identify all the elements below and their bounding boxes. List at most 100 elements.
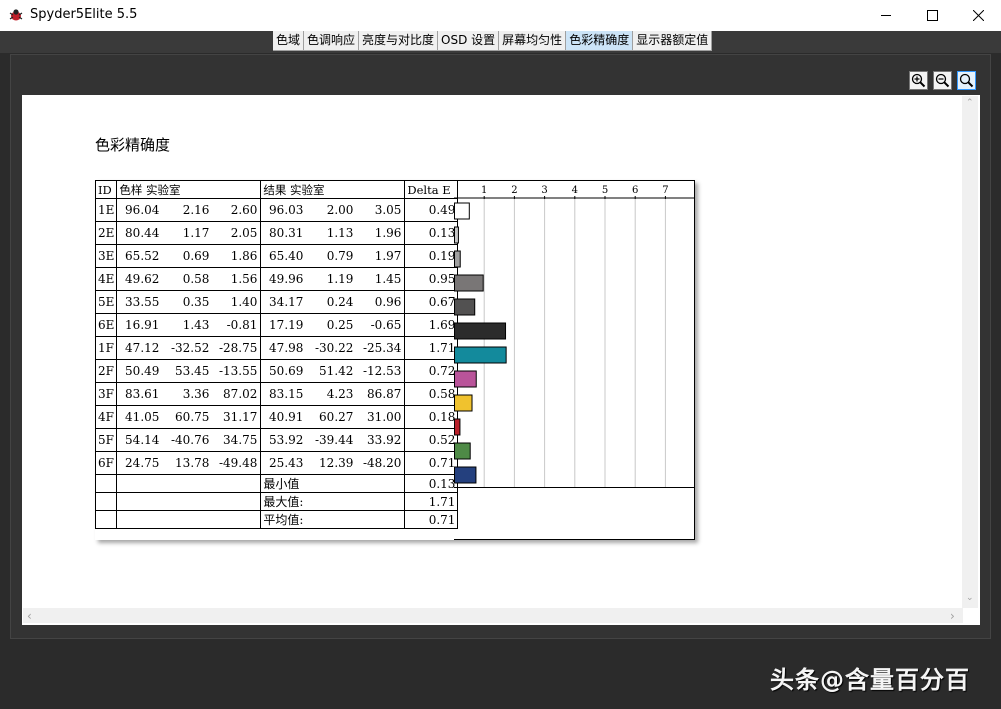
result-lab-value: 1.96 [374, 226, 402, 240]
sample-lab-value: 47.12 [125, 341, 160, 355]
sample-lab-value: -40.76 [170, 433, 210, 447]
scroll-left-icon[interactable]: ‹ [27, 609, 32, 623]
delta-e-bar [454, 322, 507, 340]
sample-lab-value: 16.91 [125, 318, 160, 332]
result-lab-value: 0.24 [326, 295, 354, 309]
patch-id: 5E [98, 295, 115, 309]
patch-id: 1F [98, 341, 114, 355]
sample-lab-value: 83.61 [125, 387, 160, 401]
patch-id: 3E [98, 249, 115, 263]
close-button[interactable] [955, 0, 1001, 31]
delta-e-bar [454, 202, 470, 220]
tab-osd-settings[interactable]: OSD 设置 [438, 31, 500, 51]
result-lab-value: 65.40 [269, 249, 304, 263]
table-row: 4E 49.62 0.58 1.56 49.96 1.19 1.45 0.95 [94, 267, 459, 291]
chart-tick-label: 2 [511, 185, 517, 196]
color-accuracy-table: ID 色样 实验室 结果 实验室 Delta E 1E 96.04 2.16 2.60 96.0… [94, 180, 695, 540]
sample-lab-value: 24.75 [125, 456, 160, 470]
zoom-out-icon [935, 73, 950, 88]
tab-tone-response[interactable]: 色调响应 [304, 31, 360, 51]
result-lab-value: -25.34 [362, 341, 402, 355]
sample-lab-value: 1.86 [230, 249, 258, 263]
title-bar: Spyder5Elite 5.5 [0, 0, 1001, 31]
result-lab-value: 31.00 [367, 410, 402, 424]
scroll-right-icon[interactable]: › [950, 609, 955, 623]
sample-lab-value: 0.69 [182, 249, 210, 263]
result-lab-value: 51.42 [319, 364, 354, 378]
result-lab-value: 2.00 [326, 203, 354, 217]
result-lab-value: 1.13 [326, 226, 354, 240]
horizontal-scrollbar[interactable]: ‹ › [23, 608, 963, 623]
result-lab-value: 53.92 [269, 433, 304, 447]
minimize-button[interactable] [863, 0, 909, 31]
sample-lab-value: 0.35 [182, 295, 210, 309]
result-lab-value: 12.39 [319, 456, 354, 470]
delta-e-value: 0.19 [428, 249, 456, 263]
summary-row: 平均值: 0.71 [94, 510, 459, 529]
delta-e-bar [454, 466, 477, 484]
result-lab-value: 96.03 [269, 203, 304, 217]
delta-e-bar [454, 370, 477, 388]
sample-lab-value: 80.44 [125, 226, 160, 240]
maximize-button[interactable] [909, 0, 955, 31]
delta-e-bar [454, 274, 484, 292]
table-row: 3E 65.52 0.69 1.86 65.40 0.79 1.97 0.19 [94, 244, 459, 268]
tab-display-rating[interactable]: 显示器额定值 [633, 31, 713, 51]
delta-e-chart-area: 1 2 3 4 5 6 7 [454, 180, 695, 540]
vertical-scrollbar[interactable]: ⌃ ⌄ [962, 96, 978, 608]
summary-row: 最小值 0.13 [94, 474, 459, 493]
table-row: 5F 54.14 -40.76 34.75 53.92 -39.44 33.92 0.52 [94, 428, 459, 452]
sample-lab-value: 1.40 [230, 295, 258, 309]
result-lab-value: 0.79 [326, 249, 354, 263]
result-lab-value: 86.87 [367, 387, 402, 401]
delta-e-bar [454, 250, 461, 268]
tab-brightness-contrast[interactable]: 亮度与对比度 [359, 31, 439, 51]
result-lab-value: 3.05 [374, 203, 402, 217]
chart-tick-label: 1 [481, 185, 487, 196]
result-lab-value: 34.17 [269, 295, 304, 309]
patch-id: 6E [98, 318, 115, 332]
zoom-in-button[interactable] [909, 71, 928, 90]
result-lab-value: 1.45 [374, 272, 402, 286]
table-row: 6F 24.75 13.78 -49.48 25.43 12.39 -48.20 0.71 [94, 451, 459, 475]
summary-value: 0.71 [428, 512, 456, 527]
sample-lab-value: 1.17 [182, 226, 210, 240]
zoom-out-button[interactable] [933, 71, 952, 90]
result-lab-value: -39.44 [314, 433, 354, 447]
result-lab-value: 0.25 [326, 318, 354, 332]
zoom-fit-button[interactable] [957, 71, 976, 90]
table-row: 2F 50.49 53.45 -13.55 50.69 51.42 -12.53 0.72 [94, 359, 459, 383]
result-lab-value: 1.97 [374, 249, 402, 263]
tab-screen-uniformity[interactable]: 屏幕均匀性 [499, 31, 567, 51]
patch-id: 2F [98, 364, 114, 378]
delta-e-value: 0.72 [428, 364, 456, 378]
delta-e-value: 0.67 [428, 295, 456, 309]
sample-lab-value: 54.14 [125, 433, 160, 447]
tab-color-accuracy[interactable]: 色彩精确度 [566, 31, 634, 51]
delta-e-bar [454, 226, 459, 244]
sample-lab-value: -0.81 [226, 318, 258, 332]
close-icon [972, 10, 984, 21]
header-id: ID [98, 182, 112, 197]
delta-e-chart: 1 2 3 4 5 6 7 [454, 185, 695, 488]
sample-lab-value: -32.52 [170, 341, 210, 355]
result-lab-value: 1.19 [326, 272, 354, 286]
tab-strip: 色域 色调响应 亮度与对比度 OSD 设置 屏幕均匀性 色彩精确度 显示器额定值 [273, 31, 713, 51]
tab-gamut[interactable]: 色域 [273, 31, 305, 51]
delta-e-value: 1.69 [428, 318, 456, 332]
scroll-down-icon[interactable]: ⌄ [966, 593, 974, 603]
patch-id: 6F [98, 456, 114, 470]
result-lab-value: -0.65 [370, 318, 402, 332]
summary-label: 最大值: [263, 495, 304, 509]
summary-row: 最大值: 1.71 [94, 492, 459, 511]
delta-e-value: 0.95 [428, 272, 456, 286]
scroll-up-icon[interactable]: ⌃ [966, 98, 974, 108]
delta-e-bar [454, 394, 473, 412]
sample-lab-value: 53.45 [175, 364, 210, 378]
result-lab-value: 0.96 [374, 295, 402, 309]
table-row: 5E 33.55 0.35 1.40 34.17 0.24 0.96 0.67 [94, 290, 459, 314]
table-row: 3F 83.61 3.36 87.02 83.15 4.23 86.87 0.58 [94, 382, 459, 406]
sample-lab-value: 96.04 [125, 203, 160, 217]
header-delta-e: Delta E [407, 182, 451, 197]
table-row: 1E 96.04 2.16 2.60 96.03 2.00 3.05 0.49 [94, 198, 459, 222]
